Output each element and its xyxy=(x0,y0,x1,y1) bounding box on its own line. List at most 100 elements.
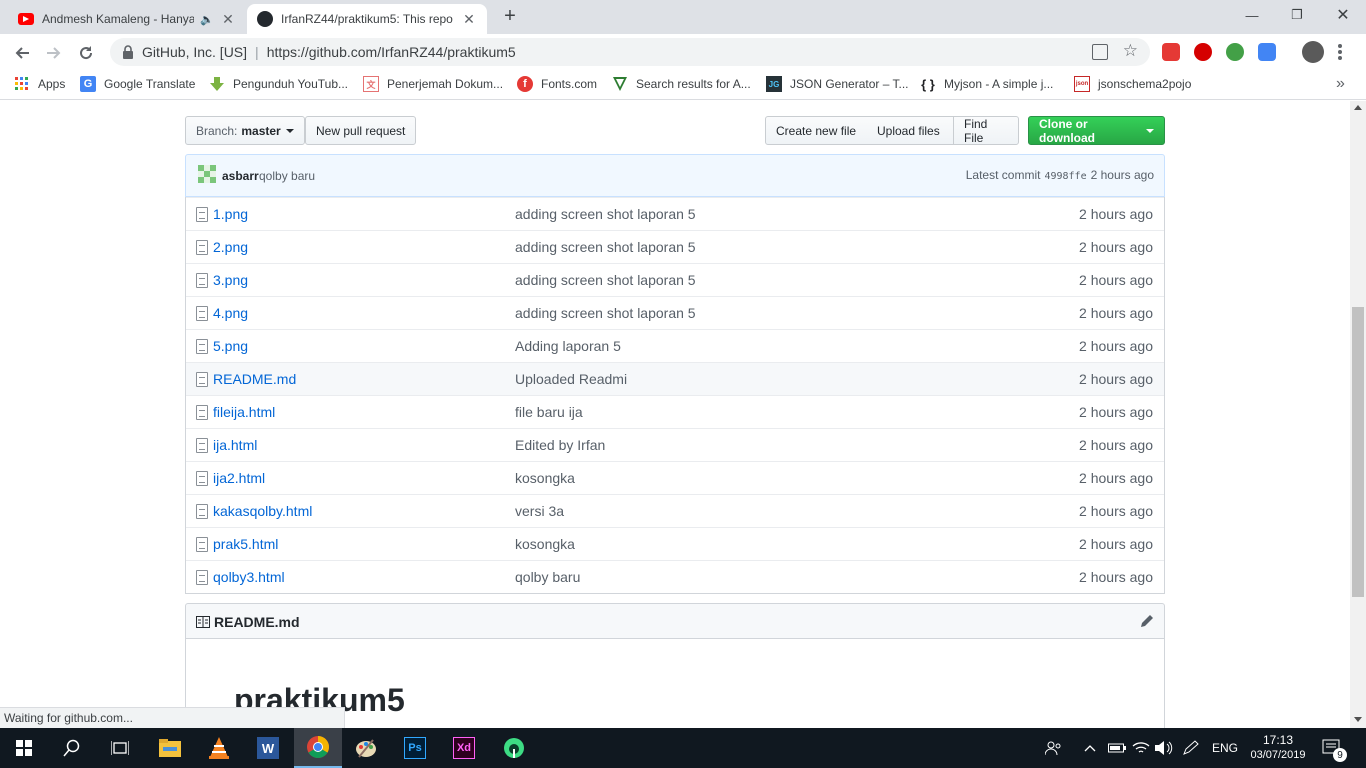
author-avatar[interactable] xyxy=(198,165,216,183)
file-commit-message[interactable]: Edited by Irfan xyxy=(515,437,605,453)
create-new-file-button[interactable]: Create new file xyxy=(765,116,868,145)
start-button[interactable] xyxy=(0,728,48,768)
clone-or-download-button[interactable]: Clone or download xyxy=(1028,116,1165,145)
new-pull-request-button[interactable]: New pull request xyxy=(305,116,417,145)
commit-author[interactable]: asbarr xyxy=(222,169,259,183)
bookmark-jsonschema2pojo[interactable]: json jsonschema2pojo xyxy=(1074,76,1191,92)
file-commit-message[interactable]: kosongka xyxy=(515,536,575,552)
commit-sha[interactable]: 4998ffe xyxy=(1044,171,1086,182)
google-translate-extension-icon[interactable] xyxy=(1258,43,1276,61)
file-row[interactable]: 2.png adding screen shot laporan 5 2 hours… xyxy=(186,230,1164,263)
file-name-link[interactable]: 3.png xyxy=(213,272,248,288)
bookmark-youtube-downloader[interactable]: Pengunduh YouTub... xyxy=(209,76,348,92)
file-name-link[interactable]: qolby3.html xyxy=(213,569,285,585)
bookmark-json-generator[interactable]: JG JSON Generator – T... xyxy=(766,76,909,92)
file-commit-message[interactable]: file baru ija xyxy=(515,404,583,420)
address-bar[interactable]: GitHub, Inc. [US] | https://github.com/I… xyxy=(110,38,1150,66)
chevron-up-icon[interactable] xyxy=(1084,728,1096,768)
file-commit-message[interactable]: adding screen shot laporan 5 xyxy=(515,239,696,255)
close-icon[interactable]: ✕ xyxy=(220,11,236,28)
pen-ink-icon[interactable] xyxy=(1182,728,1200,768)
branch-select-button[interactable]: Branch: master xyxy=(185,116,305,145)
clock[interactable]: 17:13 03/07/2019 xyxy=(1248,728,1308,768)
file-row[interactable]: fileija.html file baru ija 2 hours ago xyxy=(186,395,1164,428)
file-name-link[interactable]: ija.html xyxy=(213,437,257,453)
close-window-button[interactable]: ✕ xyxy=(1320,0,1366,30)
menu-icon[interactable] xyxy=(1338,44,1344,60)
video-downloader-icon[interactable] xyxy=(1162,43,1180,61)
bookmark-fonts-com[interactable]: f Fonts.com xyxy=(517,76,597,92)
file-row[interactable]: 1.png adding screen shot laporan 5 2 hours… xyxy=(186,197,1164,230)
url-text[interactable]: https://github.com/IrfanRZ44/praktikum5 xyxy=(267,44,516,60)
pencil-icon[interactable] xyxy=(1139,613,1155,629)
maximize-button[interactable]: ❐ xyxy=(1274,0,1320,30)
file-name-link[interactable]: 5.png xyxy=(213,338,248,354)
close-icon[interactable]: ✕ xyxy=(461,11,477,28)
bookmark-document-translate[interactable]: 文 Penerjemah Dokum... xyxy=(363,76,503,92)
file-commit-message[interactable]: kosongka xyxy=(515,470,575,486)
file-row[interactable]: 4.png adding screen shot laporan 5 2 hours… xyxy=(186,296,1164,329)
reload-button[interactable] xyxy=(73,40,99,66)
star-icon[interactable]: ☆ xyxy=(1123,41,1138,61)
task-view-button[interactable] xyxy=(96,728,144,768)
file-commit-message[interactable]: versi 3a xyxy=(515,503,564,519)
minimize-button[interactable]: — xyxy=(1229,0,1275,30)
photoshop-button[interactable]: Ps xyxy=(391,728,439,768)
file-row[interactable]: 3.png adding screen shot laporan 5 2 hours… xyxy=(186,263,1164,296)
globe-extension-icon[interactable] xyxy=(1226,43,1244,61)
paint-button[interactable] xyxy=(342,728,390,768)
file-name-link[interactable]: kakasqolby.html xyxy=(213,503,312,519)
people-icon[interactable] xyxy=(1045,728,1063,768)
bookmark-google-translate[interactable]: G Google Translate xyxy=(80,76,195,92)
bookmark-search-results[interactable]: Search results for A... xyxy=(612,76,751,92)
xd-button[interactable]: Xd xyxy=(440,728,488,768)
file-row[interactable]: prak5.html kosongka 2 hours ago xyxy=(186,527,1164,560)
battery-icon[interactable] xyxy=(1108,728,1126,768)
file-commit-message[interactable]: Adding laporan 5 xyxy=(515,338,621,354)
file-row[interactable]: ija.html Edited by Irfan 2 hours ago xyxy=(186,428,1164,461)
scroll-up-arrow[interactable] xyxy=(1354,105,1362,110)
file-name-link[interactable]: 1.png xyxy=(213,206,248,222)
chrome-button[interactable] xyxy=(294,728,342,768)
file-commit-message[interactable]: adding screen shot laporan 5 xyxy=(515,272,696,288)
commit-message[interactable]: qolby baru xyxy=(259,169,315,183)
language-indicator[interactable]: ENG xyxy=(1212,728,1238,768)
file-commit-message[interactable]: qolby baru xyxy=(515,569,580,585)
file-row[interactable]: kakasqolby.html versi 3a 2 hours ago xyxy=(186,494,1164,527)
forward-button[interactable] xyxy=(41,40,67,66)
android-studio-button[interactable] xyxy=(490,728,538,768)
tab-youtube[interactable]: Andmesh Kamaleng - Hanya 🔈 ✕ xyxy=(8,4,246,34)
bookmarks-overflow-button[interactable]: » xyxy=(1336,75,1345,93)
file-commit-message[interactable]: adding screen shot laporan 5 xyxy=(515,206,696,222)
translate-icon[interactable] xyxy=(1092,44,1108,60)
bookmark-myjson[interactable]: { } Myjson - A simple j... xyxy=(920,76,1053,92)
file-row[interactable]: README.md Uploaded Readmi 2 hours ago xyxy=(186,362,1164,395)
upload-files-button[interactable]: Upload files xyxy=(867,116,954,145)
vlc-button[interactable] xyxy=(195,728,243,768)
word-button[interactable]: W xyxy=(244,728,292,768)
file-name-link[interactable]: prak5.html xyxy=(213,536,278,552)
file-name-link[interactable]: ija2.html xyxy=(213,470,265,486)
file-name-link[interactable]: 2.png xyxy=(213,239,248,255)
wifi-icon[interactable] xyxy=(1132,728,1150,768)
notification-center[interactable]: 9 xyxy=(1322,728,1347,768)
speaker-icon[interactable]: 🔈 xyxy=(200,13,214,26)
file-commit-message[interactable]: adding screen shot laporan 5 xyxy=(515,305,696,321)
search-button[interactable] xyxy=(48,728,96,768)
adblock-icon[interactable] xyxy=(1194,43,1212,61)
file-row[interactable]: ija2.html kosongka 2 hours ago xyxy=(186,461,1164,494)
find-file-button[interactable]: Find File xyxy=(953,116,1019,145)
file-name-link[interactable]: README.md xyxy=(213,371,296,387)
back-button[interactable] xyxy=(9,40,35,66)
file-name-link[interactable]: 4.png xyxy=(213,305,248,321)
avatar[interactable] xyxy=(1302,41,1324,63)
tab-github[interactable]: IrfanRZ44/praktikum5: This repo ✕ xyxy=(247,4,487,34)
new-tab-button[interactable]: + xyxy=(498,5,522,29)
scroll-down-arrow[interactable] xyxy=(1354,717,1362,722)
file-explorer-button[interactable] xyxy=(146,728,194,768)
volume-icon[interactable] xyxy=(1155,728,1173,768)
scrollbar-thumb[interactable] xyxy=(1352,307,1364,597)
file-name-link[interactable]: fileija.html xyxy=(213,404,275,420)
file-commit-message[interactable]: Uploaded Readmi xyxy=(515,371,627,387)
file-row[interactable]: 5.png Adding laporan 5 2 hours ago xyxy=(186,329,1164,362)
